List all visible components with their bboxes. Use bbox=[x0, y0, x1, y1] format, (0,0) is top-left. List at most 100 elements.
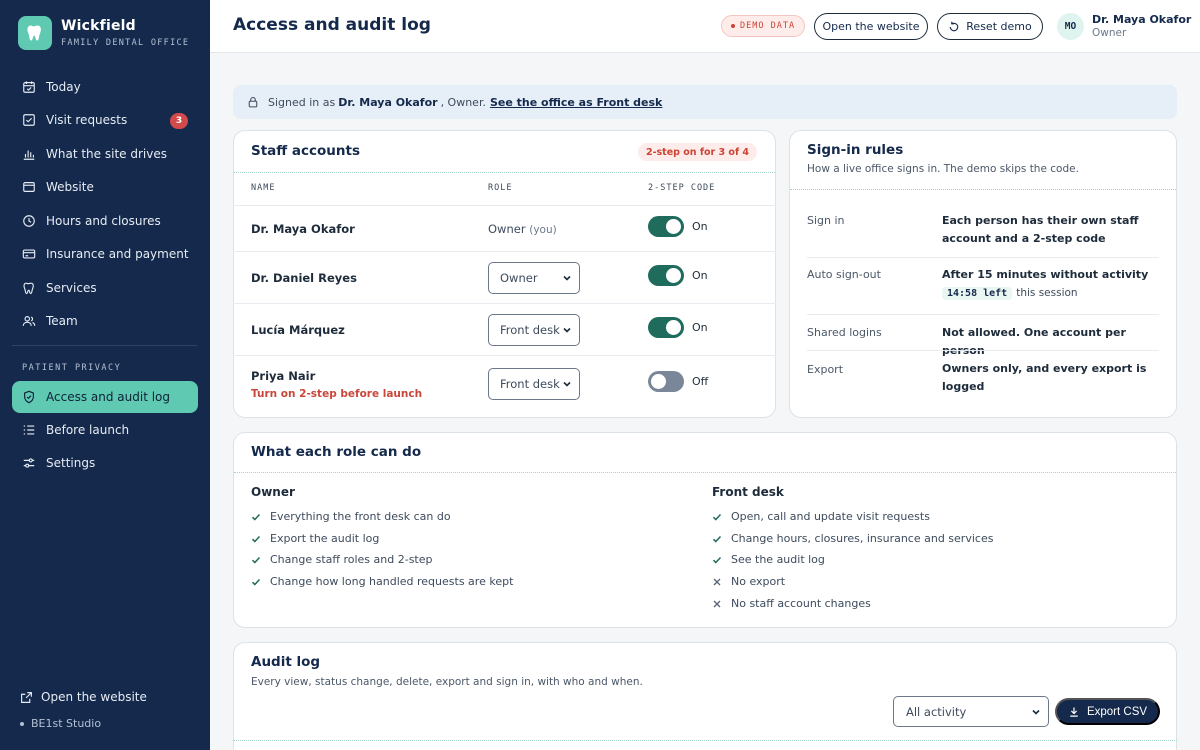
permission-item: Open, call and update visit requests bbox=[712, 510, 930, 523]
sidebar-item-team[interactable]: Team bbox=[0, 305, 210, 339]
two-step-toggle[interactable] bbox=[648, 371, 684, 392]
privacy-nav: Access and audit log Before launch Setti… bbox=[0, 381, 210, 480]
role-select[interactable]: Front desk bbox=[488, 314, 580, 346]
sidebar-footer: Open the website BE1st Studio bbox=[20, 690, 147, 730]
staff-name: Dr. Daniel Reyes bbox=[251, 271, 357, 285]
card-divider bbox=[234, 472, 1176, 473]
rule-key: Auto sign-out bbox=[807, 268, 881, 281]
table-row-divider bbox=[233, 205, 776, 206]
sidebar-open-website-link[interactable]: Open the website bbox=[20, 690, 147, 704]
role-permissions-card: What each role can do bbox=[233, 432, 1177, 628]
reset-demo-label: Reset demo bbox=[966, 20, 1032, 33]
brand-subtitle: FAMILY DENTAL OFFICE bbox=[61, 38, 190, 48]
sliders-icon bbox=[22, 456, 36, 470]
rule-key: Export bbox=[807, 363, 844, 376]
column-header-name: NAME bbox=[251, 183, 276, 193]
check-icon bbox=[251, 535, 261, 543]
studio-credit[interactable]: BE1st Studio bbox=[20, 717, 147, 730]
permission-text: Everything the front desk can do bbox=[270, 510, 451, 523]
banner-prefix: Signed in as bbox=[268, 95, 336, 109]
role-select[interactable]: Owner bbox=[488, 262, 580, 294]
permission-item: Export the audit log bbox=[251, 532, 379, 545]
permission-item: Everything the front desk can do bbox=[251, 510, 451, 523]
two-step-state: On bbox=[692, 220, 708, 233]
two-step-state: Off bbox=[692, 375, 709, 388]
rule-divider bbox=[807, 350, 1159, 351]
signed-in-banner: Signed in as Dr. Maya Okafor , Owner. Se… bbox=[233, 85, 1177, 119]
reset-demo-button[interactable]: Reset demo bbox=[937, 13, 1043, 40]
check-icon bbox=[251, 556, 261, 564]
sidebar-item-before-launch[interactable]: Before launch bbox=[0, 413, 210, 447]
permission-text: See the audit log bbox=[731, 553, 825, 566]
sidebar-item-label: Team bbox=[46, 314, 78, 329]
sidebar: Wickfield FAMILY DENTAL OFFICE Today Vis… bbox=[0, 0, 210, 750]
staff-name: Dr. Maya Okafor bbox=[251, 222, 355, 236]
cross-icon bbox=[713, 600, 721, 607]
sidebar-item-today[interactable]: Today bbox=[0, 70, 210, 104]
toggle-knob bbox=[666, 268, 681, 283]
role-heading-front-desk: Front desk bbox=[712, 485, 784, 499]
activity-filter-select[interactable]: All activity bbox=[893, 696, 1049, 727]
sidebar-item-label: Website bbox=[46, 180, 94, 195]
permission-item: No export bbox=[712, 575, 785, 588]
cross-icon bbox=[713, 578, 721, 585]
rule-value: Each person has their own staff account … bbox=[942, 214, 1139, 245]
sidebar-item-access-and-audit-log[interactable]: Access and audit log bbox=[12, 381, 198, 413]
clock-icon bbox=[22, 214, 36, 228]
bullet-icon bbox=[20, 721, 24, 726]
rule-value-text: After 15 minutes without activity bbox=[942, 268, 1149, 281]
open-website-button[interactable]: Open the website bbox=[814, 13, 928, 40]
two-step-toggle[interactable] bbox=[648, 317, 684, 338]
user-name: Dr. Maya Okafor bbox=[1092, 13, 1192, 26]
export-csv-button[interactable]: Export CSV bbox=[1055, 698, 1160, 725]
rule-key: Sign in bbox=[807, 214, 845, 227]
permission-text: No staff account changes bbox=[731, 597, 871, 610]
sign-in-rules-subtitle: How a live office signs in. The demo ski… bbox=[807, 163, 1079, 175]
visit-requests-count-badge: 3 bbox=[170, 112, 188, 129]
rule-value: Not allowed. One account per person bbox=[942, 326, 1126, 357]
table-row-divider bbox=[233, 251, 776, 252]
permission-text: Open, call and update visit requests bbox=[731, 510, 930, 523]
open-website-label: Open the website bbox=[41, 690, 147, 704]
two-step-toggle[interactable] bbox=[648, 265, 684, 286]
sidebar-item-hours-and-closures[interactable]: Hours and closures bbox=[0, 204, 210, 238]
role-select-value: Front desk bbox=[500, 377, 560, 391]
avatar[interactable]: MO bbox=[1057, 13, 1084, 40]
sidebar-item-settings[interactable]: Settings bbox=[0, 447, 210, 481]
sidebar-item-label: Visit requests bbox=[46, 113, 128, 128]
tooth-logo-icon bbox=[18, 16, 52, 50]
check-icon bbox=[251, 513, 261, 521]
sidebar-item-services[interactable]: Services bbox=[0, 271, 210, 305]
sidebar-item-what-the-site-drives[interactable]: What the site drives bbox=[0, 137, 210, 171]
sidebar-item-label: Before launch bbox=[46, 422, 130, 437]
sidebar-item-label: Today bbox=[46, 79, 81, 94]
page-title: Access and audit log bbox=[233, 15, 431, 35]
brand[interactable]: Wickfield FAMILY DENTAL OFFICE bbox=[18, 16, 189, 50]
check-icon bbox=[251, 578, 261, 586]
sidebar-item-visit-requests[interactable]: Visit requests 3 bbox=[0, 104, 210, 138]
card-divider bbox=[790, 189, 1176, 190]
two-step-toggle[interactable] bbox=[648, 216, 684, 237]
card-icon bbox=[22, 247, 36, 261]
activity-filter-value: All activity bbox=[906, 704, 967, 719]
view-as-front-desk-link[interactable]: See the office as Front desk bbox=[490, 96, 662, 109]
main-nav: Today Visit requests 3 What the site dri… bbox=[0, 70, 210, 338]
sidebar-item-website[interactable]: Website bbox=[0, 171, 210, 205]
staff-role-static: Owner (you) bbox=[488, 222, 557, 236]
permission-item: No staff account changes bbox=[712, 597, 871, 610]
sidebar-item-label: Services bbox=[46, 280, 97, 295]
sidebar-item-label: Access and audit log bbox=[46, 390, 171, 404]
rule-value: After 15 minutes without activity 14:58 … bbox=[942, 266, 1162, 303]
calendar-icon bbox=[22, 80, 36, 94]
user-role: Owner bbox=[1092, 27, 1127, 39]
banner-suffix: , Owner. bbox=[440, 95, 486, 109]
toggle-knob bbox=[666, 320, 681, 335]
card-divider bbox=[233, 740, 1177, 741]
sidebar-item-insurance-and-payment[interactable]: Insurance and payment bbox=[0, 238, 210, 272]
rule-divider bbox=[807, 257, 1159, 258]
role-select-value: Front desk bbox=[500, 323, 560, 337]
check-icon bbox=[712, 556, 722, 564]
role-select[interactable]: Front desk bbox=[488, 368, 580, 400]
download-icon bbox=[1070, 707, 1078, 717]
rule-value: Owners only, and every export is logged bbox=[942, 362, 1147, 393]
